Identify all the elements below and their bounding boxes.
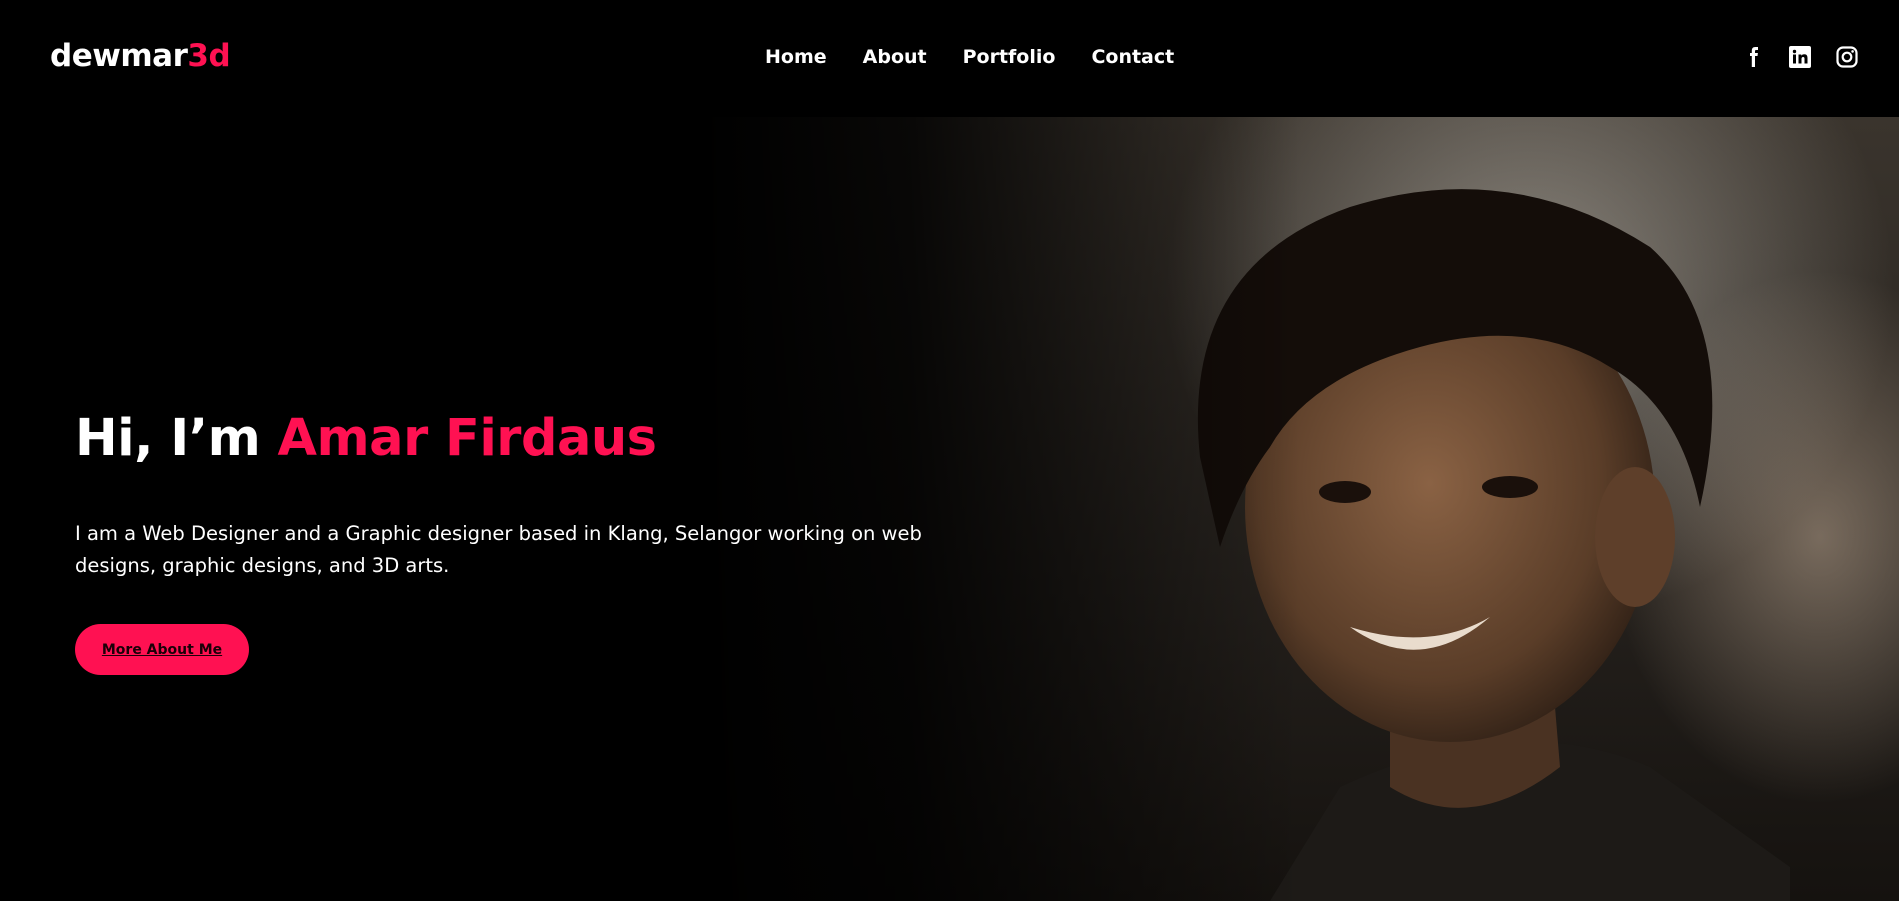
hero-title: Hi, I’m Amar Firdaus — [75, 407, 657, 471]
logo[interactable]: dewmar3d — [50, 36, 231, 76]
hero-description: I am a Web Designer and a Graphic design… — [75, 522, 922, 577]
hero-title-name: Amar Firdaus — [277, 409, 658, 468]
nav-portfolio[interactable]: Portfolio — [963, 43, 1056, 71]
instagram-icon[interactable] — [1835, 45, 1859, 69]
nav-contact[interactable]: Contact — [1091, 43, 1174, 71]
logo-accent: 3d — [187, 38, 231, 74]
hero-section: Hi, I’m Amar Firdaus I am a Web Designer… — [0, 117, 1899, 901]
site-header: dewmar3d Home About Portfolio Contact — [0, 0, 1899, 117]
hero-gradient-overlay — [700, 117, 1300, 901]
more-about-me-button[interactable]: More About Me — [75, 624, 249, 675]
nav-home[interactable]: Home — [765, 43, 827, 71]
facebook-icon[interactable] — [1741, 45, 1765, 69]
logo-text: dewmar — [50, 38, 188, 74]
nav-about[interactable]: About — [863, 43, 927, 71]
social-links — [1741, 45, 1859, 69]
hero-title-prefix: Hi, I’m — [75, 409, 278, 468]
main-nav: Home About Portfolio Contact — [765, 43, 1210, 71]
linkedin-icon[interactable] — [1788, 45, 1812, 69]
